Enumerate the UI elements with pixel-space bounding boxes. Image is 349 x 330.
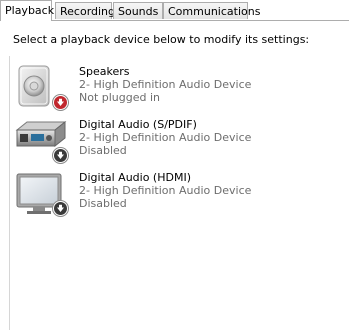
- device-status: Disabled: [79, 144, 127, 157]
- list-left-border: [9, 56, 10, 330]
- speaker-icon: [15, 65, 71, 111]
- tab-communications[interactable]: Communications: [163, 2, 260, 19]
- device-name: Speakers: [79, 65, 130, 78]
- device-description: 2- High Definition Audio Device: [79, 131, 252, 144]
- device-text: Speakers 2- High Definition Audio Device…: [79, 65, 251, 104]
- unplugged-red-icon: [53, 95, 68, 110]
- digital-audio-receiver-icon: [15, 118, 71, 164]
- device-name: Digital Audio (S/PDIF): [79, 118, 197, 131]
- device-text: Digital Audio (S/PDIF) 2- High Definitio…: [79, 118, 251, 157]
- tab-recording[interactable]: Recording: [55, 2, 115, 19]
- tab-sounds[interactable]: Sounds: [113, 2, 163, 19]
- instruction-text: Select a playback device below to modify…: [13, 33, 310, 46]
- disabled-dark-icon: [53, 201, 68, 216]
- device-text: Digital Audio (HDMI) 2- High Definition …: [79, 171, 251, 210]
- device-name: Digital Audio (HDMI): [79, 171, 191, 184]
- device-description: 2- High Definition Audio Device: [79, 78, 252, 91]
- monitor-icon: [15, 171, 71, 217]
- disabled-dark-icon: [53, 148, 68, 163]
- device-description: 2- High Definition Audio Device: [79, 184, 252, 197]
- device-status: Disabled: [79, 197, 127, 210]
- device-status: Not plugged in: [79, 91, 161, 104]
- tab-playback[interactable]: Playback: [0, 0, 54, 21]
- tab-strip: Playback Recording Sounds Communications: [0, 0, 349, 21]
